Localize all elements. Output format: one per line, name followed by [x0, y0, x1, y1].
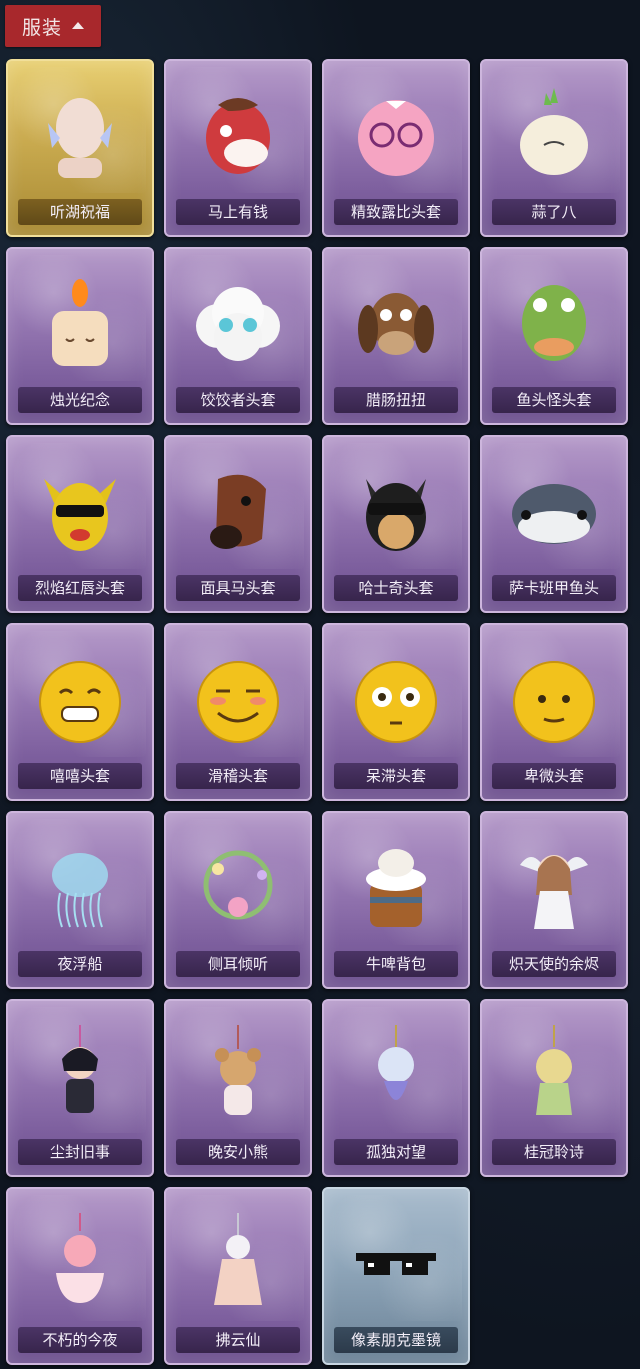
item-name: 滑稽头套 — [176, 763, 300, 789]
flower-wreath-icon — [203, 850, 273, 920]
item-card[interactable]: 面具马头套 — [164, 435, 312, 613]
cloud-head-icon — [196, 287, 280, 361]
item-name: 拂云仙 — [176, 1327, 300, 1353]
item-card[interactable]: 卑微头套 — [480, 623, 628, 801]
item-card[interactable]: 精致露比头套 — [322, 59, 470, 237]
item-name: 鱼头怪头套 — [492, 387, 616, 413]
candle-head-icon — [52, 279, 108, 366]
item-card[interactable]: 孤独对望 — [322, 999, 470, 1177]
angel-head-icon — [48, 98, 112, 178]
humble-emoji-head-icon — [513, 661, 595, 743]
horse-mask-icon — [210, 474, 266, 549]
item-name: 桂冠聆诗 — [492, 1139, 616, 1165]
item-name: 哈士奇头套 — [334, 575, 458, 601]
item-name: 嘻嘻头套 — [18, 763, 142, 789]
pixel-sunglasses-icon — [356, 1253, 436, 1275]
item-card[interactable]: 烛光纪念 — [6, 247, 154, 425]
item-name: 炽天使的余烬 — [492, 951, 616, 977]
item-card[interactable]: 桂冠聆诗 — [480, 999, 628, 1177]
item-card[interactable]: 拂云仙 — [164, 1187, 312, 1365]
garlic-head-icon — [520, 88, 588, 175]
pink-glasses-head-icon — [358, 100, 434, 176]
fish-head-icon — [522, 285, 586, 361]
cow-beer-backpack-icon — [366, 849, 426, 927]
item-card[interactable]: 烈焰红唇头套 — [6, 435, 154, 613]
mermaid-charm-icon — [378, 1025, 414, 1100]
item-name: 夜浮船 — [18, 951, 142, 977]
husky-head-icon — [366, 479, 426, 551]
item-name: 孤独对望 — [334, 1139, 458, 1165]
jellyfish-icon — [52, 853, 108, 928]
item-card[interactable]: 腊肠扭扭 — [322, 247, 470, 425]
item-name: 烈焰红唇头套 — [18, 575, 142, 601]
grin-emoji-head-icon — [39, 661, 121, 743]
item-name: 呆滞头套 — [334, 763, 458, 789]
item-name: 腊肠扭扭 — [334, 387, 458, 413]
seraph-doll-icon — [520, 855, 588, 929]
fairy-charm-icon — [214, 1213, 262, 1305]
dazed-emoji-head-icon — [355, 661, 437, 743]
prince-charm-icon — [62, 1025, 98, 1113]
item-name: 马上有钱 — [176, 199, 300, 225]
item-card[interactable]: 马上有钱 — [164, 59, 312, 237]
item-name: 晚安小熊 — [176, 1139, 300, 1165]
bear-charm-icon — [215, 1025, 261, 1115]
laurel-charm-icon — [536, 1025, 572, 1115]
item-card[interactable]: 萨卡班甲鱼头 — [480, 435, 628, 613]
item-card[interactable]: 不朽的今夜 — [6, 1187, 154, 1365]
item-name: 听湖祝福 — [18, 199, 142, 225]
item-name: 饺饺者头套 — [176, 387, 300, 413]
item-card[interactable]: 尘封旧事 — [6, 999, 154, 1177]
item-card[interactable]: 滑稽头套 — [164, 623, 312, 801]
red-horse-head-icon — [206, 98, 270, 174]
item-name: 像素朋克墨镜 — [334, 1327, 458, 1353]
item-card[interactable]: 蒜了八 — [480, 59, 628, 237]
item-name: 侧耳倾听 — [176, 951, 300, 977]
smirk-emoji-head-icon — [197, 661, 279, 743]
item-card[interactable]: 炽天使的余烬 — [480, 811, 628, 989]
item-card[interactable]: 侧耳倾听 — [164, 811, 312, 989]
item-name: 面具马头套 — [176, 575, 300, 601]
item-name: 蒜了八 — [492, 199, 616, 225]
sacabambaspis-head-icon — [512, 484, 596, 544]
item-name: 萨卡班甲鱼头 — [492, 575, 616, 601]
item-card[interactable]: 听湖祝福 — [6, 59, 154, 237]
item-card[interactable]: 嘻嘻头套 — [6, 623, 154, 801]
item-card[interactable]: 饺饺者头套 — [164, 247, 312, 425]
item-name: 不朽的今夜 — [18, 1327, 142, 1353]
yellow-mouse-head-icon — [44, 479, 116, 551]
item-card[interactable]: 哈士奇头套 — [322, 435, 470, 613]
item-card[interactable]: 呆滞头套 — [322, 623, 470, 801]
fox-teacup-charm-icon — [56, 1213, 104, 1303]
item-name: 牛啤背包 — [334, 951, 458, 977]
item-card[interactable]: 夜浮船 — [6, 811, 154, 989]
item-name: 卑微头套 — [492, 763, 616, 789]
item-grid: 听湖祝福 马上有钱 精致露比头套 蒜了八烛光纪念 饺饺者头套 腊肠扭扭 鱼头怪头套烈焰红唇头… — [0, 0, 640, 1369]
item-name: 尘封旧事 — [18, 1139, 142, 1165]
dachshund-head-icon — [358, 293, 434, 355]
item-card[interactable]: 鱼头怪头套 — [480, 247, 628, 425]
item-card[interactable]: 牛啤背包 — [322, 811, 470, 989]
item-name: 精致露比头套 — [334, 199, 458, 225]
item-card[interactable]: 晚安小熊 — [164, 999, 312, 1177]
item-name: 烛光纪念 — [18, 387, 142, 413]
item-card[interactable]: 像素朋克墨镜 — [322, 1187, 470, 1365]
